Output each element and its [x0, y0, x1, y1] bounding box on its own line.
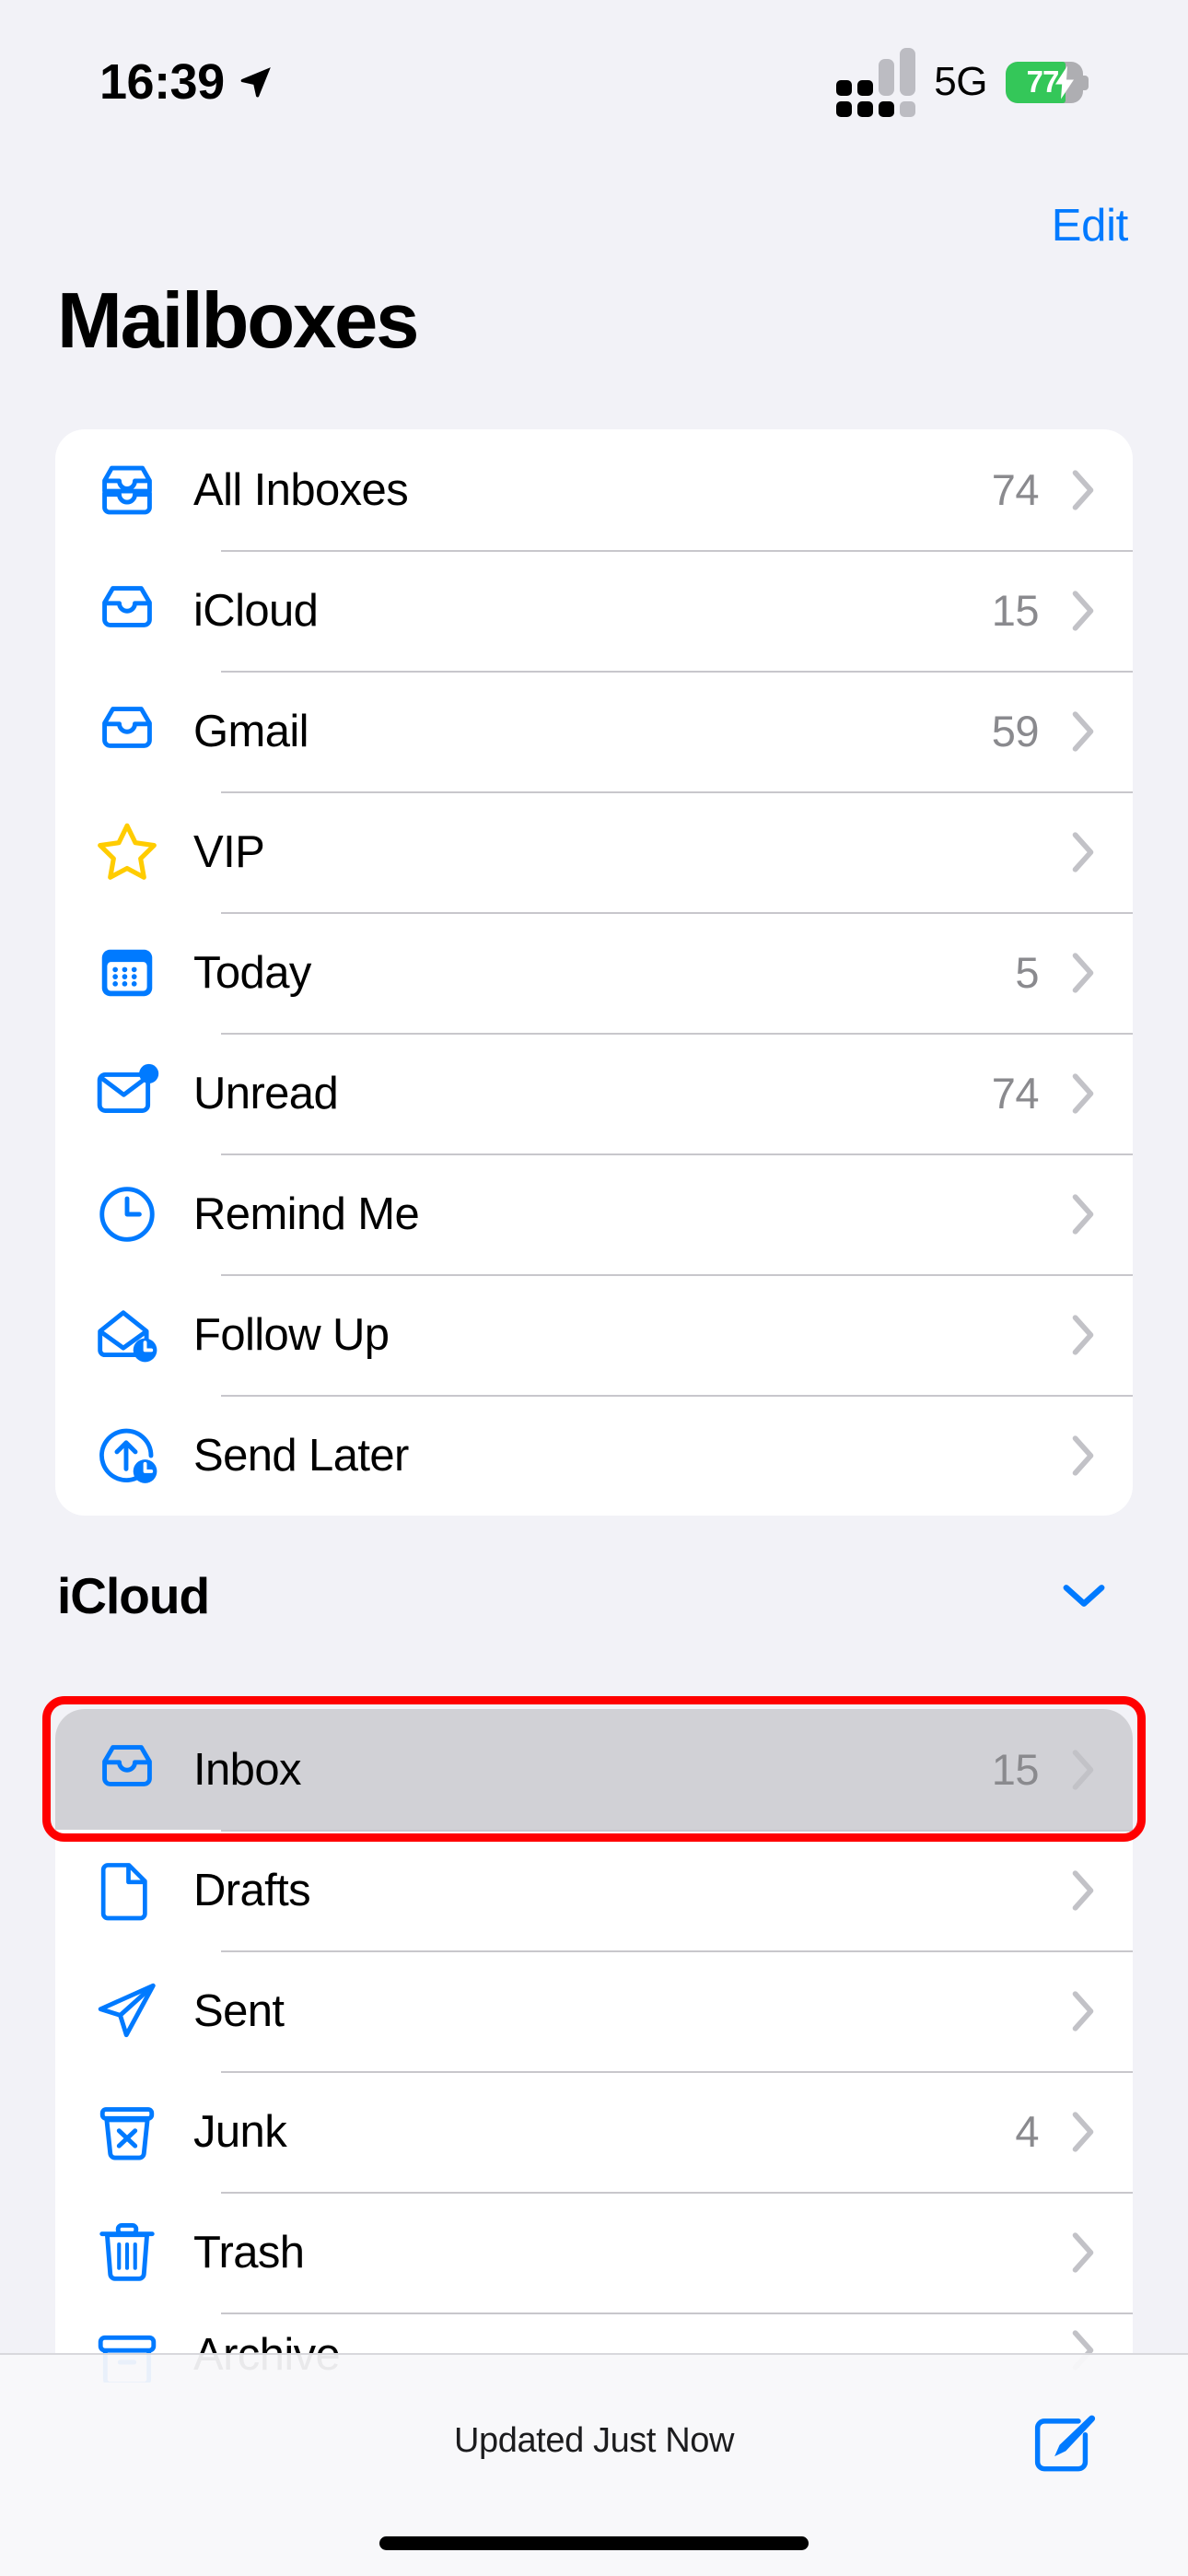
edit-button[interactable]: Edit — [1052, 200, 1129, 252]
navigation-bar: Edit — [0, 175, 1188, 276]
chevron-right-icon — [1063, 952, 1103, 994]
inbox-tray-icon — [94, 578, 186, 644]
mailbox-unread-count: 15 — [991, 1745, 1040, 1794]
send-later-icon — [94, 1423, 186, 1489]
network-type-label: 5G — [934, 59, 987, 104]
chevron-right-icon — [1063, 1193, 1103, 1235]
chevron-right-icon — [1063, 710, 1103, 753]
chevron-right-icon — [1063, 2111, 1103, 2153]
location-arrow-icon — [238, 64, 274, 100]
mailbox-row-label: Today — [193, 947, 311, 998]
calendar-icon — [94, 940, 186, 1006]
iphone-screen: 16:39 5G 77 Edit Mailboxes All Inboxes 7… — [0, 0, 1188, 2576]
home-indicator — [379, 2536, 809, 2550]
icloud-section-header[interactable]: iCloud — [57, 1566, 1131, 1625]
mailbox-unread-count: 74 — [991, 465, 1040, 514]
icloud-section-title: iCloud — [57, 1567, 210, 1624]
clock-icon — [94, 1181, 186, 1247]
mailbox-row-trash[interactable]: Trash — [55, 2192, 1133, 2313]
battery-indicator: 77 — [1006, 61, 1089, 103]
mailbox-unread-count: 15 — [991, 586, 1040, 635]
mailbox-row-label: Remind Me — [193, 1188, 420, 1239]
mailbox-row-label: Follow Up — [193, 1309, 390, 1360]
mailbox-row-drafts[interactable]: Drafts — [55, 1830, 1133, 1950]
mailbox-row-label: Gmail — [193, 706, 309, 756]
status-bar-left: 16:39 — [99, 37, 274, 111]
mailbox-row-label: All Inboxes — [193, 464, 409, 515]
mailboxes-list-card: All Inboxes 74 iCloud 15 Gmail 59 VIP Today 5… — [55, 429, 1133, 1516]
junk-bin-x-icon — [94, 2099, 186, 2165]
mailbox-row-label: Send Later — [193, 1430, 409, 1481]
compose-icon — [1030, 2412, 1098, 2480]
cellular-signal-icon — [836, 47, 916, 117]
inbox-tray-icon — [94, 698, 186, 765]
charging-bolt-icon — [1054, 65, 1076, 100]
chevron-right-icon — [1063, 1314, 1103, 1356]
mailbox-row-remind-me[interactable]: Remind Me — [55, 1153, 1133, 1274]
chevron-right-icon — [1063, 1869, 1103, 1912]
inbox-tray-icon — [94, 1737, 186, 1803]
mailbox-row-junk[interactable]: Junk 4 — [55, 2071, 1133, 2192]
mailbox-row-label: Unread — [193, 1068, 339, 1118]
open-envelope-clock-icon — [94, 1302, 186, 1368]
mailbox-unread-count: 4 — [1015, 2107, 1039, 2156]
mailbox-row-unread[interactable]: Unread 74 — [55, 1033, 1133, 1153]
drafts-doc-icon — [94, 1857, 186, 1924]
mailbox-unread-count: 59 — [991, 707, 1040, 755]
chevron-right-icon — [1063, 469, 1103, 511]
mailbox-row-sent[interactable]: Sent — [55, 1950, 1133, 2071]
mailbox-row-label: Drafts — [193, 1865, 311, 1915]
status-bar-right: 5G 77 — [836, 31, 1089, 117]
chevron-right-icon — [1063, 1072, 1103, 1115]
mailbox-row-label: Trash — [193, 2227, 305, 2277]
mailbox-row-label: iCloud — [193, 585, 319, 636]
all-inboxes-tray-icon — [94, 457, 186, 523]
chevron-right-icon — [1063, 2231, 1103, 2274]
chevron-right-icon — [1063, 1434, 1103, 1477]
mailbox-unread-count: 5 — [1015, 948, 1039, 997]
mailbox-unread-count: 74 — [991, 1069, 1040, 1118]
chevron-right-icon — [1063, 1990, 1103, 2032]
page-title: Mailboxes — [57, 277, 419, 365]
icloud-mailboxes-card: Inbox15 Drafts Sent Junk4 Trash Archive — [55, 1709, 1133, 2383]
mailbox-row-label: VIP — [193, 826, 265, 877]
mailbox-row-vip[interactable]: VIP — [55, 791, 1133, 912]
trash-icon — [94, 2219, 186, 2286]
mailbox-row-label: Junk — [193, 2106, 287, 2157]
update-status-label: Updated Just Now — [453, 2421, 735, 2460]
mailbox-row-icloud[interactable]: iCloud 15 — [55, 550, 1133, 671]
compose-button[interactable] — [1030, 2412, 1098, 2480]
star-icon — [94, 819, 186, 885]
status-time: 16:39 — [99, 54, 225, 110]
mailbox-row-inbox[interactable]: Inbox 15 — [55, 1709, 1133, 1830]
mailbox-row-send-later[interactable]: Send Later — [55, 1395, 1133, 1516]
chevron-right-icon — [1063, 831, 1103, 873]
chevron-down-icon[interactable] — [1063, 1582, 1105, 1610]
chevron-right-icon — [1063, 590, 1103, 632]
mailbox-row-follow-up[interactable]: Follow Up — [55, 1274, 1133, 1395]
mailbox-row-all-inboxes[interactable]: All Inboxes 74 — [55, 429, 1133, 550]
mailbox-row-gmail[interactable]: Gmail 59 — [55, 671, 1133, 791]
mailbox-row-label: Inbox — [193, 1744, 301, 1795]
envelope-badge-icon — [94, 1060, 186, 1127]
paper-plane-icon — [94, 1978, 186, 2044]
mailbox-row-today[interactable]: Today 5 — [55, 912, 1133, 1033]
mailbox-row-label: Sent — [193, 1985, 285, 2036]
chevron-right-icon — [1063, 1749, 1103, 1791]
status-bar: 16:39 5G 77 — [0, 0, 1188, 147]
